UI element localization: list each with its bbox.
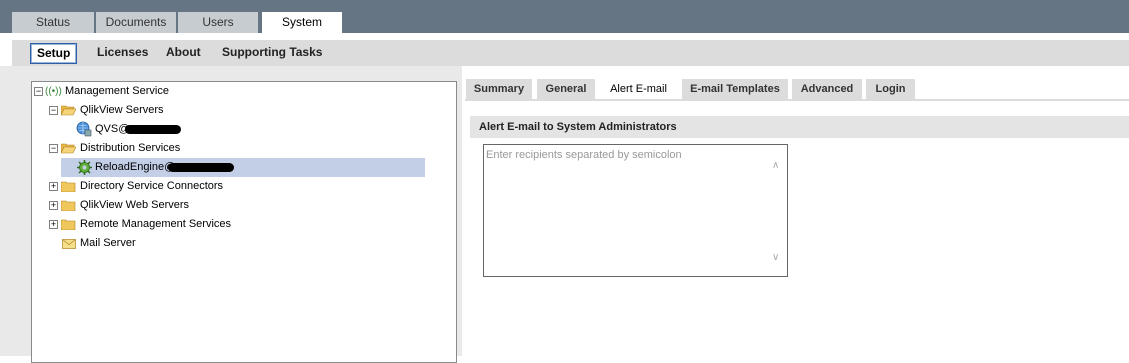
top-tab-bar: Status Documents Users System — [0, 0, 1129, 35]
subtab-licenses[interactable]: Licenses — [91, 43, 154, 62]
tree-node-label: Mail Server — [80, 237, 136, 249]
recipients-textarea[interactable]: Enter recipients separated by semicolon … — [483, 144, 788, 277]
expand-icon[interactable]: + — [49, 182, 58, 191]
globe-server-icon — [76, 121, 92, 137]
subtab-supporting-tasks[interactable]: Supporting Tasks — [216, 43, 328, 62]
tab-login[interactable]: Login — [866, 79, 915, 99]
tab-general[interactable]: General — [537, 79, 595, 99]
scroll-up-icon[interactable]: ∧ — [772, 160, 784, 172]
expand-icon[interactable]: + — [49, 201, 58, 210]
folder-icon — [61, 200, 76, 211]
tree-node-label: Directory Service Connectors — [80, 180, 224, 192]
gear-icon — [77, 160, 92, 175]
envelope-icon — [62, 239, 76, 249]
folder-open-icon — [61, 105, 76, 116]
tab-users[interactable]: Users — [178, 12, 258, 33]
tree-node-label: QlikView Servers — [80, 104, 164, 116]
tree-node-distribution-services[interactable]: − Distribution Services — [47, 139, 247, 158]
folder-open-icon — [61, 143, 76, 154]
tab-alert-email[interactable]: Alert E-mail — [599, 79, 678, 99]
tab-advanced[interactable]: Advanced — [792, 79, 862, 99]
tab-email-templates[interactable]: E-mail Templates — [682, 79, 788, 99]
tab-system[interactable]: System — [262, 12, 342, 35]
broadcast-icon: ((•)) — [45, 86, 62, 97]
tree-node-label: Management Service — [65, 85, 169, 97]
tree-node-reload-engine[interactable]: ReloadEngine@ — [61, 158, 425, 177]
tab-underline — [465, 99, 1129, 101]
tree-node-management-service[interactable]: − ((•)) Management Service — [33, 82, 233, 101]
section-header: Alert E-mail to System Administrators — [470, 116, 1129, 138]
redaction-mark — [125, 125, 181, 134]
tree-node-label: QlikView Web Servers — [80, 199, 190, 211]
tab-summary[interactable]: Summary — [466, 79, 532, 99]
tab-documents[interactable]: Documents — [96, 12, 176, 33]
tree-node-remote-management-services[interactable]: + Remote Management Services — [47, 215, 267, 234]
collapse-icon[interactable]: − — [49, 106, 58, 115]
recipients-placeholder: Enter recipients separated by semicolon — [486, 149, 682, 161]
tree-node-label: Remote Management Services — [80, 218, 232, 230]
tree-node-qvs[interactable]: QVS@ — [74, 120, 274, 139]
tree-node-qlikview-web-servers[interactable]: + QlikView Web Servers — [47, 196, 267, 215]
subtab-setup[interactable]: Setup — [30, 43, 78, 64]
subtab-about[interactable]: About — [160, 43, 207, 62]
tree-node-directory-service-connectors[interactable]: + Directory Service Connectors — [47, 177, 267, 196]
tree-node-mail-server[interactable]: Mail Server — [47, 234, 267, 253]
expand-icon[interactable]: + — [49, 220, 58, 229]
collapse-icon[interactable]: − — [34, 87, 43, 96]
tab-status[interactable]: Status — [12, 12, 94, 33]
tree-node-label: Distribution Services — [80, 142, 181, 154]
collapse-icon[interactable]: − — [49, 144, 58, 153]
sub-tab-bar: Setup Licenses About Supporting Tasks — [12, 40, 1129, 66]
folder-icon — [61, 181, 76, 192]
tree-node-qlikview-servers[interactable]: − QlikView Servers — [47, 101, 247, 120]
tree-node-label: ReloadEngine@ — [95, 161, 176, 173]
redaction-mark — [168, 163, 234, 172]
scroll-down-icon[interactable]: ∨ — [772, 252, 784, 264]
folder-icon — [61, 219, 76, 230]
